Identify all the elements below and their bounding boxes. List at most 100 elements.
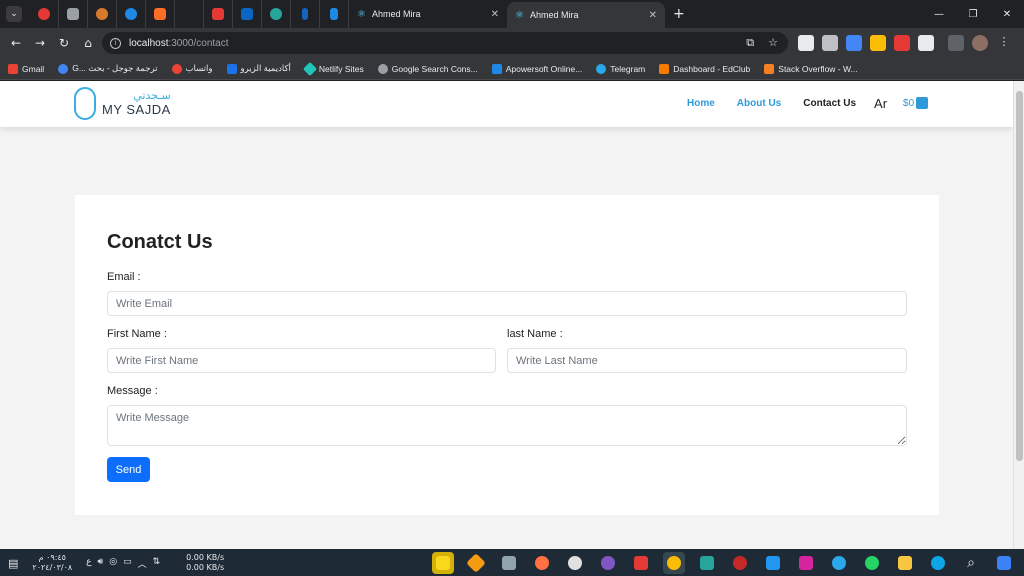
pinned-tab[interactable] xyxy=(88,0,117,28)
pinned-tab[interactable] xyxy=(30,0,59,28)
instagram-icon[interactable] xyxy=(795,552,817,574)
home-icon[interactable]: ⌂ xyxy=(76,36,100,50)
start-icon[interactable] xyxy=(993,552,1015,574)
taskbar-app[interactable] xyxy=(531,552,553,574)
taskbar-app[interactable] xyxy=(597,552,619,574)
tab-search-button[interactable]: ⌄ xyxy=(6,6,22,22)
contact-card: Conatct Us Email : First Name : last Nam… xyxy=(75,195,939,515)
bookmark-label: Dashboard - EdClub xyxy=(673,63,751,74)
cart-button[interactable]: $0 xyxy=(903,96,929,110)
pinned-tab[interactable] xyxy=(204,0,233,28)
pinned-tab[interactable] xyxy=(320,0,349,28)
taskbar-app[interactable] xyxy=(630,552,652,574)
nav-home[interactable]: Home xyxy=(687,98,715,109)
extension-icon[interactable] xyxy=(822,35,838,51)
message-field[interactable] xyxy=(107,405,907,446)
taskbar-app[interactable] xyxy=(432,552,454,574)
file-explorer-icon[interactable] xyxy=(894,552,916,574)
pinned-tab[interactable] xyxy=(175,0,204,28)
minimize-icon[interactable]: — xyxy=(922,0,956,28)
bookmark-label: واتساب xyxy=(185,63,213,73)
pinned-tab[interactable] xyxy=(233,0,262,28)
last-name-label: last Name : xyxy=(507,328,563,340)
telegram-icon xyxy=(596,63,607,74)
input-language[interactable]: ع xyxy=(86,557,91,570)
taskbar-app[interactable] xyxy=(465,552,487,574)
email-label: Email : xyxy=(107,271,141,283)
bookmark-label: G... ترجمة جوجل - بحث xyxy=(72,63,158,73)
taskbar-app[interactable] xyxy=(498,552,520,574)
bookmark-item[interactable]: Telegram xyxy=(596,63,645,74)
send-button[interactable]: Send xyxy=(107,457,150,482)
browser-tab-active[interactable]: ⚛ Ahmed Mira ✕ xyxy=(507,2,665,28)
back-icon[interactable]: ← xyxy=(4,36,28,50)
extension-icon[interactable] xyxy=(870,35,886,51)
page-scrollbar[interactable] xyxy=(1013,81,1024,549)
extension-icon[interactable] xyxy=(798,35,814,51)
avatar[interactable] xyxy=(972,35,988,51)
site-info-icon[interactable]: i xyxy=(110,37,121,49)
close-window-icon[interactable]: ✕ xyxy=(990,0,1024,28)
close-icon[interactable]: ✕ xyxy=(491,9,499,20)
site-logo[interactable]: سـجدتي MY SAJDA xyxy=(74,87,171,120)
battery-icon[interactable]: ▭ xyxy=(123,557,132,570)
bookmark-star-icon[interactable]: ☆ xyxy=(768,36,778,50)
last-name-field[interactable] xyxy=(507,348,907,373)
close-icon[interactable]: ✕ xyxy=(649,10,657,21)
translate-icon[interactable] xyxy=(846,35,862,51)
pinned-tab[interactable] xyxy=(262,0,291,28)
vscode-icon[interactable] xyxy=(762,552,784,574)
menu-icon[interactable]: ⋮ xyxy=(996,35,1012,51)
tab-title: Ahmed Mira xyxy=(529,10,579,20)
chevron-up-icon[interactable]: ︿ xyxy=(138,557,147,570)
language-toggle[interactable]: Ar xyxy=(874,96,887,111)
clock-date: ٢٠٢٤/٠٣/٠٨ xyxy=(32,563,73,572)
edge-icon[interactable] xyxy=(927,552,949,574)
show-desktop-icon[interactable]: ▤ xyxy=(8,557,18,570)
clock[interactable]: ٠٩:٤٥ م ٢٠٢٤/٠٣/٠٨ xyxy=(32,553,72,573)
email-field[interactable] xyxy=(107,291,907,316)
bookmark-item[interactable]: G... ترجمة جوجل - بحث xyxy=(58,63,158,74)
bookmark-item[interactable]: Netlify Sites xyxy=(302,61,364,76)
new-tab-button[interactable]: + xyxy=(673,6,685,22)
taskbar-apps: ⌕ xyxy=(432,552,1015,574)
side-panel-icon[interactable] xyxy=(948,35,964,51)
bookmark-item[interactable]: أكاديمية الزيرو xyxy=(226,63,291,74)
extensions-puzzle-icon[interactable] xyxy=(918,35,934,51)
search-icon[interactable]: ⌕ xyxy=(960,552,982,574)
bookmark-label: Google Search Cons... xyxy=(391,63,478,74)
chrome-icon[interactable] xyxy=(663,552,685,574)
bookmark-item[interactable]: Gmail xyxy=(8,63,45,74)
pinned-tab[interactable] xyxy=(291,0,320,28)
nav-contact[interactable]: Contact Us xyxy=(803,98,856,109)
reload-icon[interactable]: ↻ xyxy=(52,36,76,50)
restore-icon[interactable]: ❐ xyxy=(956,0,990,28)
scrollbar-thumb[interactable] xyxy=(1016,91,1023,461)
page-viewport: سـجدتي MY SAJDA Home About Us Contact Us… xyxy=(0,81,1013,549)
pinned-tab[interactable] xyxy=(146,0,175,28)
bookmark-item[interactable]: Apowersoft Online... xyxy=(491,63,582,74)
bookmark-label: Gmail xyxy=(22,63,45,74)
install-app-icon[interactable]: ⧉ xyxy=(746,36,754,50)
volume-icon[interactable]: 🔊︎ xyxy=(98,557,104,570)
first-name-field[interactable] xyxy=(107,348,496,373)
taskbar-app[interactable] xyxy=(564,552,586,574)
bookmark-item[interactable]: Google Search Cons... xyxy=(377,63,478,74)
whatsapp-icon[interactable] xyxy=(861,552,883,574)
taskbar-app[interactable] xyxy=(696,552,718,574)
nav-about[interactable]: About Us xyxy=(737,98,781,109)
logo-english: MY SAJDA xyxy=(102,101,171,117)
extension-icon[interactable] xyxy=(894,35,910,51)
browser-tab[interactable]: ⚛ Ahmed Mira ✕ xyxy=(349,0,507,28)
taskbar-app[interactable] xyxy=(729,552,751,574)
forward-icon[interactable]: → xyxy=(28,36,52,50)
stackoverflow-icon xyxy=(764,63,775,74)
pinned-tab[interactable] xyxy=(117,0,146,28)
address-bar[interactable]: i localhost :3000/contact ⧉ ☆ xyxy=(102,32,788,54)
bookmark-item[interactable]: Stack Overflow - W... xyxy=(764,63,858,74)
network-icon[interactable]: ◎ xyxy=(109,557,117,570)
bookmark-item[interactable]: Dashboard - EdClub xyxy=(659,63,751,74)
telegram-icon[interactable] xyxy=(828,552,850,574)
bookmark-item[interactable]: واتساب xyxy=(171,63,213,74)
pinned-tab[interactable] xyxy=(59,0,88,28)
